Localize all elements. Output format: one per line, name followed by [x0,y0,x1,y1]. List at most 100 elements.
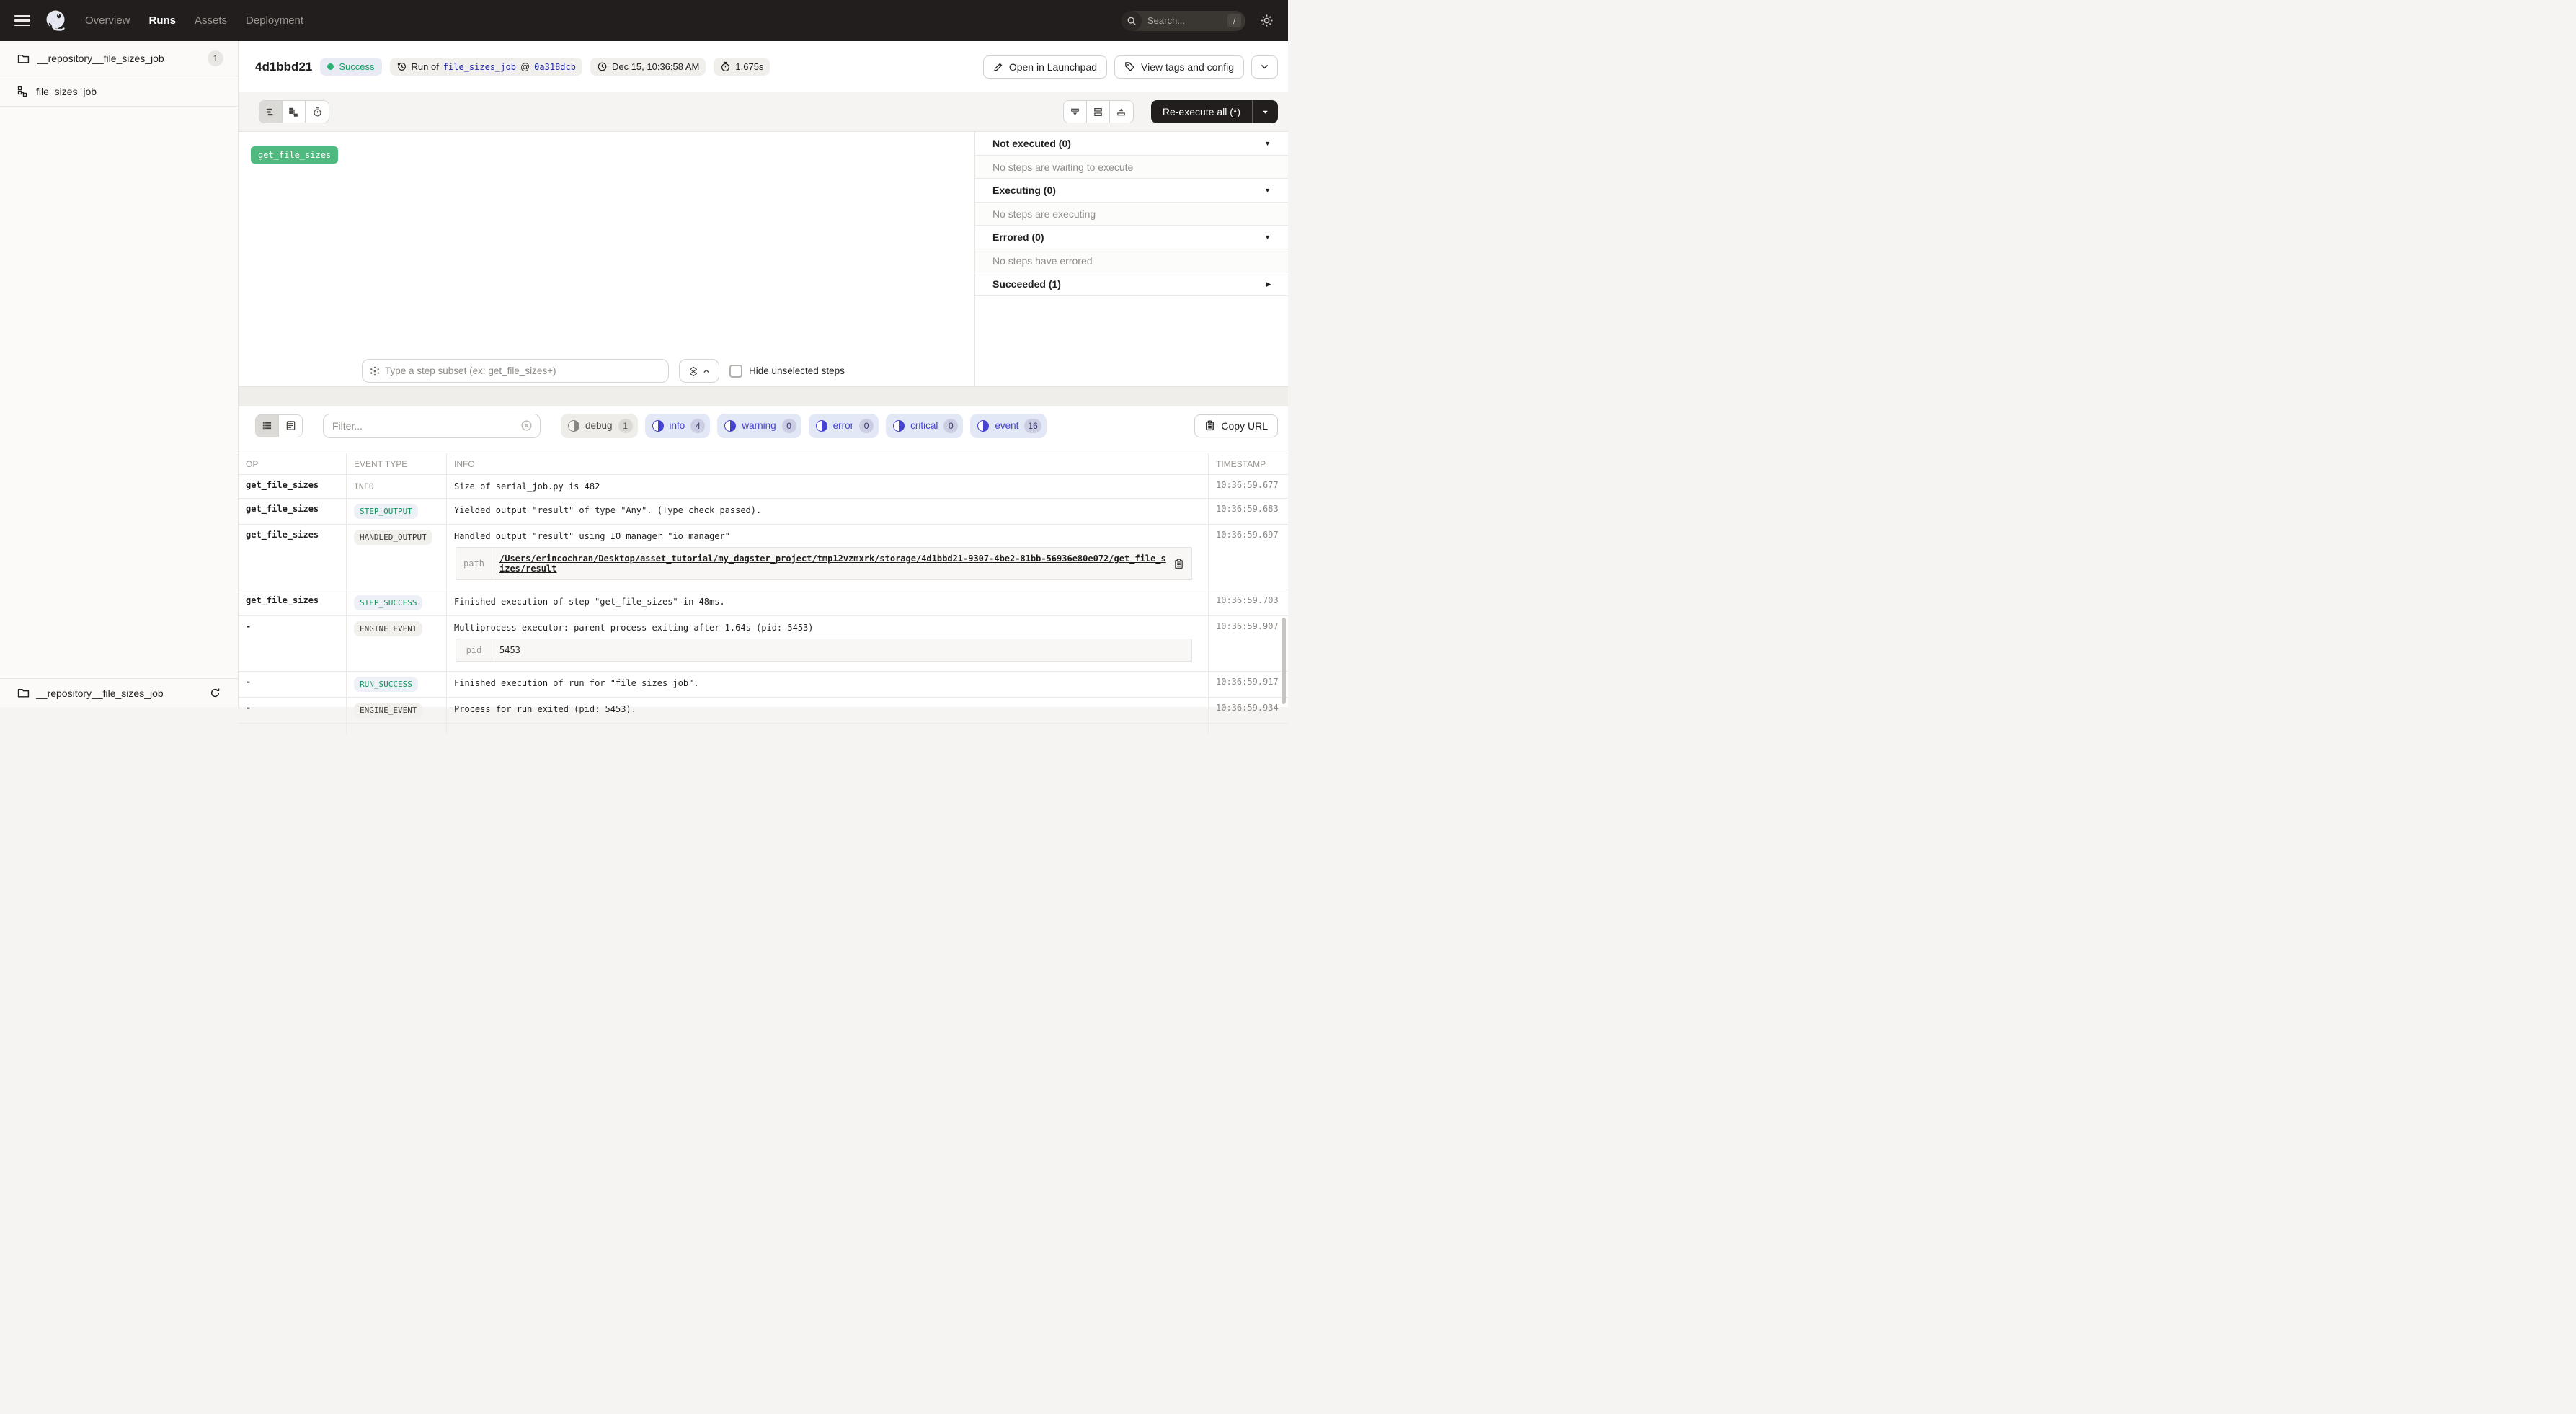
toggle-switch-icon [816,420,827,432]
gantt-waterfall-view-button[interactable] [283,101,306,123]
log-raw-view-button[interactable] [279,415,302,437]
step-panel-section-body: No steps are executing [975,203,1288,226]
step-subset-field[interactable] [385,365,661,376]
nav-link-runs[interactable]: Runs [149,14,177,27]
open-in-launchpad-button[interactable]: Open in Launchpad [983,55,1107,79]
step-subset-input[interactable] [362,359,669,383]
log-list-view-button[interactable] [256,415,279,437]
at-separator: @ [520,61,530,72]
copy-url-button[interactable]: Copy URL [1194,414,1278,437]
sidebar: __repository__file_sizes_job 1 file_size… [0,41,239,707]
metadata-value: /Users/erincochran/Desktop/asset_tutoria… [492,548,1191,579]
log-row[interactable]: -RUN_SUCCESSFinished execution of run fo… [239,672,1288,698]
log-row[interactable]: get_file_sizesINFOSize of serial_job.py … [239,475,1288,499]
event-type-cell: ENGINE_EVENT [347,616,447,671]
toggle-switch-icon [724,420,736,432]
level-count-badge: 4 [690,419,705,433]
metadata-key: pid [456,639,492,661]
view-tags-config-button[interactable]: View tags and config [1114,55,1244,79]
level-count-badge: 0 [859,419,874,433]
run-status-badge[interactable]: Success [320,58,381,76]
view-tags-config-label: View tags and config [1141,61,1234,73]
history-clock-icon [396,61,407,72]
clear-filter-icon[interactable] [520,419,533,432]
run-datetime-tag: Dec 15, 10:36:58 AM [590,58,706,76]
info-cell: Size of serial_job.py is 482 [447,475,1208,498]
log-row[interactable]: get_file_sizesSTEP_SUCCESSFinished execu… [239,590,1288,616]
log-message: Multiprocess executor: parent process ex… [454,621,1202,633]
reexecute-all-button[interactable]: Re-execute all (*) [1151,100,1278,123]
job-link[interactable]: file_sizes_job [443,62,516,72]
hide-unselected-checkbox[interactable] [729,365,742,378]
run-actions-chevron-button[interactable] [1251,55,1278,79]
apply-subset-button[interactable] [679,359,719,383]
tag-icon [1124,61,1135,72]
caret-up-icon [703,368,710,375]
event-type-cell: STEP_SUCCESS [347,590,447,615]
chevron-right-icon: ▶ [1266,280,1271,288]
collapse-down-button[interactable] [1064,101,1087,123]
timestamp-cell: 10:36:59.683 [1208,499,1288,524]
sidebar-footer-label: __repository__file_sizes_job [36,688,203,699]
log-toolbar: debug1 info4warning0 error0 critical0 event1… [239,406,1288,440]
hamburger-menu-icon[interactable] [14,15,30,27]
log-row[interactable]: get_file_sizesHANDLED_OUTPUTHandled outp… [239,525,1288,590]
nav-link-assets[interactable]: Assets [195,14,227,27]
search-field[interactable] [1142,15,1227,26]
event-type-badge: INFO [354,480,374,493]
level-label: debug [585,420,613,431]
status-dot [327,63,334,70]
op-cell: - [239,672,347,697]
step-chip-get-file-sizes[interactable]: get_file_sizes [251,146,338,164]
settings-gear-icon[interactable] [1260,14,1274,27]
split-panels-button[interactable] [1087,101,1110,123]
output-path-link[interactable]: /Users/erincochran/Desktop/asset_tutoria… [499,553,1168,574]
info-cell: Yielded output "result" of type "Any". (… [447,499,1208,524]
log-level-toggle-warning[interactable]: warning0 [717,414,801,438]
search-input[interactable]: / [1122,11,1245,31]
metadata-text: 5453 [499,645,520,655]
log-level-toggle-error[interactable]: error0 [809,414,879,438]
nav-link-overview[interactable]: Overview [85,14,130,27]
commit-link[interactable]: 0a318dcb [534,62,576,72]
step-panel-section-header[interactable]: Succeeded (1)▶ [975,272,1288,296]
gantt-flat-view-button[interactable] [259,101,283,123]
log-section: debug1 info4warning0 error0 critical0 event1… [239,406,1288,707]
log-level-toggles: debug1 info4warning0 error0 critical0 event1… [561,414,1047,438]
log-level-toggle-debug[interactable]: debug1 [561,414,638,438]
sidebar-item-job[interactable]: file_sizes_job [0,76,238,107]
step-panel-section-header[interactable]: Errored (0)▼ [975,226,1288,249]
op-cell: get_file_sizes [239,525,347,590]
log-filter-field[interactable] [332,420,520,432]
log-level-toggle-event[interactable]: event16 [970,414,1046,438]
copy-path-icon[interactable] [1173,559,1184,569]
run-of-tag: Run of file_sizes_job @ 0a318dcb [390,58,582,76]
step-panel-section-header[interactable]: Executing (0)▼ [975,179,1288,203]
run-of-label: Run of [412,61,439,72]
stopwatch-icon [720,61,731,72]
reload-repository-icon[interactable] [210,688,221,698]
dagster-logo[interactable] [42,7,69,35]
col-header-info: INFO [447,453,1208,474]
log-level-toggle-info[interactable]: info4 [645,414,711,438]
run-id-title: 4d1bbd21 [255,60,312,74]
sidebar-footer-repository[interactable]: __repository__file_sizes_job [0,678,238,707]
sidebar-item-repository[interactable]: __repository__file_sizes_job 1 [0,41,238,76]
log-scrollbar-thumb[interactable] [1282,618,1286,704]
log-filter-input[interactable] [323,414,541,438]
log-row[interactable]: -ENGINE_EVENTProcess for run exited (pid… [239,698,1288,724]
nav-link-deployment[interactable]: Deployment [246,14,303,27]
metadata-value: 5453 [492,639,1191,661]
run-duration-tag: 1.675s [714,58,770,76]
log-message: Size of serial_job.py is 482 [454,480,1202,492]
log-row[interactable]: get_file_sizesSTEP_OUTPUTYielded output … [239,499,1288,525]
col-header-timestamp: TIMESTAMP [1208,453,1288,474]
timestamp-cell: 10:36:59.697 [1208,525,1288,590]
expand-up-button[interactable] [1110,101,1133,123]
step-panel-section-header[interactable]: Not executed (0)▼ [975,132,1288,156]
gantt-timing-view-button[interactable] [306,101,329,123]
folder-icon [17,687,30,699]
log-row[interactable]: -ENGINE_EVENTMultiprocess executor: pare… [239,616,1288,672]
reexecute-caret-icon[interactable] [1252,100,1278,123]
log-level-toggle-critical[interactable]: critical0 [886,414,963,438]
